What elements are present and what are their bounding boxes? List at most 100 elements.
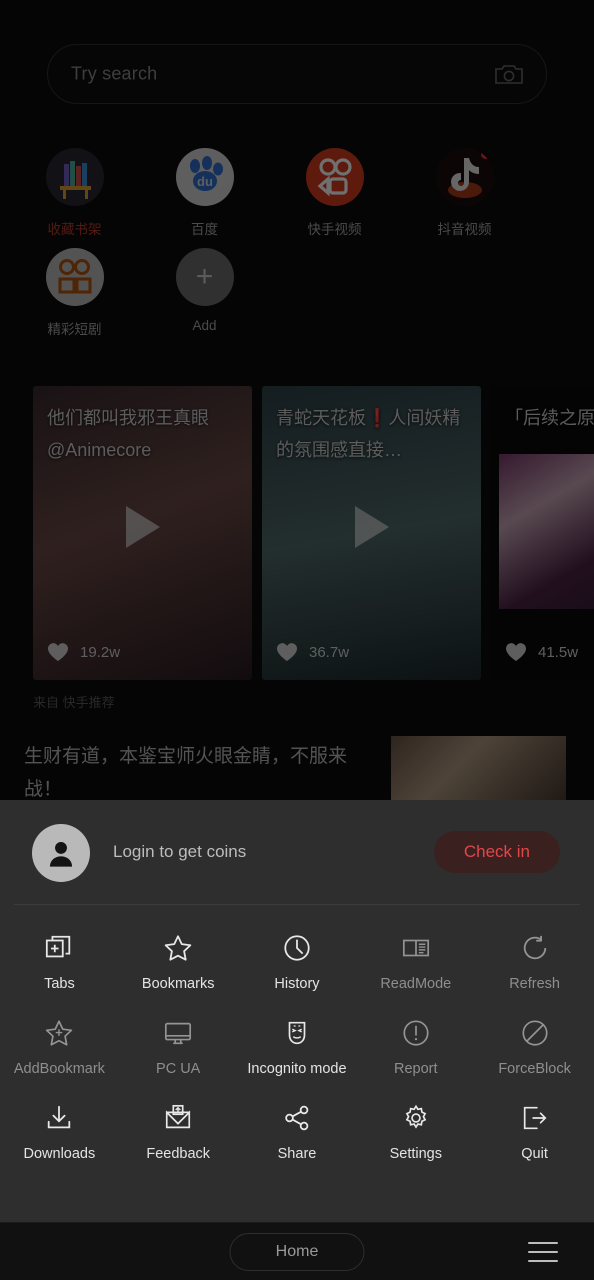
menu-row: Downloads Feedback Share Settings Quit (0, 1089, 594, 1174)
login-banner[interactable]: Login to get coins Check in (0, 800, 594, 904)
shortcut-label: 收藏书架 (47, 222, 102, 237)
readmode-icon (400, 932, 432, 964)
video-card[interactable]: 「后续之原创阁下 41.5w (491, 386, 594, 680)
check-in-button[interactable]: Check in (433, 831, 560, 873)
hamburger-line (528, 1250, 558, 1253)
shortcut-add[interactable]: + Add (149, 248, 260, 338)
news-headline: 生财有道，本鉴宝师火眼金睛，不服来战！ (24, 746, 348, 801)
menu-item-feedback[interactable]: Feedback (119, 1089, 238, 1174)
news-item[interactable]: 生财有道，本鉴宝师火眼金睛，不服来战！ (0, 736, 594, 800)
menu-item-incognito[interactable]: Incognito mode (238, 1004, 357, 1089)
refresh-icon (519, 932, 551, 964)
menu-item-downloads[interactable]: Downloads (0, 1089, 119, 1174)
menu-grid: Tabs Bookmarks History ReadMode Refresh … (0, 905, 594, 1174)
menu-item-label: Settings (389, 1146, 442, 1162)
baidu-paw-icon: du (175, 148, 234, 206)
hamburger-icon[interactable] (528, 1241, 558, 1262)
menu-item-label: Bookmarks (141, 976, 215, 992)
hamburger-line (528, 1259, 558, 1262)
shortcut-douyin[interactable]: 抖音视频 (409, 148, 520, 238)
menu-item-label: Feedback (146, 1146, 211, 1162)
search-placeholder: Try search (71, 63, 158, 84)
tabs-icon (43, 932, 75, 964)
shortcut-label: 精彩短剧 (47, 322, 102, 337)
menu-item-history[interactable]: History (238, 919, 357, 1004)
menu-item-label: Incognito mode (247, 1061, 347, 1077)
kuaishou-icon (305, 148, 364, 206)
menu-item-readmode[interactable]: ReadMode (356, 919, 475, 1004)
video-title: 青蛇天花板❗人间妖精的氛围感直接… (276, 402, 471, 467)
plus-icon: + (175, 248, 234, 306)
avatar (32, 824, 90, 882)
heart-icon (276, 642, 298, 662)
menu-item-label: Refresh (509, 976, 560, 992)
shortcut-bookshelf[interactable]: 收藏书架 (19, 148, 130, 238)
feed-source-label: 来自 快手推荐 (33, 695, 115, 710)
shortcut-label: 抖音视频 (437, 222, 492, 237)
video-thumbnail (499, 454, 594, 609)
menu-item-label: Tabs (44, 976, 75, 992)
video-title: 「后续之原创阁下 (505, 408, 594, 428)
hamburger-line (528, 1241, 558, 1244)
menu-item-addbookmark[interactable]: AddBookmark (0, 1004, 119, 1089)
heart-icon (47, 642, 69, 662)
browser-home-screen: Try search 收藏书架 du 百度 快手视频 抖音视频 精彩短剧 + A… (0, 0, 594, 1280)
menu-item-label: History (274, 976, 320, 992)
menu-item-label: ForceBlock (498, 1061, 571, 1077)
menu-item-label: Report (394, 1061, 438, 1077)
shortcut-label: 百度 (191, 222, 218, 237)
exclamation-emoji: ❗ (366, 408, 389, 428)
monitor-icon (162, 1017, 194, 1049)
bottom-navbar: Home (0, 1222, 594, 1280)
menu-item-forceblock[interactable]: ForceBlock (475, 1004, 594, 1089)
search-input[interactable]: Try search (47, 44, 547, 104)
menu-item-quit[interactable]: Quit (475, 1089, 594, 1174)
play-icon[interactable] (125, 506, 160, 549)
exit-icon (519, 1102, 551, 1134)
menu-item-refresh[interactable]: Refresh (475, 919, 594, 1004)
menu-item-label: ReadMode (380, 976, 452, 992)
bookshelf-icon (45, 148, 104, 206)
shortcut-label: 快手视频 (307, 222, 362, 237)
menu-item-label: AddBookmark (13, 1061, 105, 1077)
gear-icon (400, 1102, 432, 1134)
mask-icon (281, 1017, 313, 1049)
play-icon[interactable] (354, 506, 389, 549)
menu-item-share[interactable]: Share (238, 1089, 357, 1174)
menu-item-settings[interactable]: Settings (356, 1089, 475, 1174)
video-card[interactable]: 他们都叫我邪王真眼 @Animecore 19.2w (33, 386, 252, 680)
menu-item-label: Downloads (23, 1146, 96, 1162)
shortcut-grid: 收藏书架 du 百度 快手视频 抖音视频 精彩短剧 + Add (0, 148, 594, 348)
like-count: 41.5w (538, 643, 579, 661)
shortcut-baidu[interactable]: du 百度 (149, 148, 260, 238)
duanju-icon (45, 248, 104, 306)
menu-sheet: Login to get coins Check in Tabs Bookmar… (0, 800, 594, 1222)
login-prompt: Login to get coins (113, 842, 247, 861)
menu-item-pcua[interactable]: PC UA (119, 1004, 238, 1089)
like-count-group: 36.7w (276, 642, 349, 662)
video-card-list: 他们都叫我邪王真眼 @Animecore 19.2w 青蛇天花板❗人间妖精的氛围… (33, 386, 594, 680)
menu-item-report[interactable]: Report (356, 1004, 475, 1089)
envelope-icon (162, 1102, 194, 1134)
like-count-group: 41.5w (505, 642, 578, 662)
download-icon (43, 1102, 75, 1134)
like-count-group: 19.2w (47, 642, 120, 662)
shortcut-duanju[interactable]: 精彩短剧 (19, 248, 130, 338)
clock-icon (281, 932, 313, 964)
video-card[interactable]: 青蛇天花板❗人间妖精的氛围感直接… 36.7w (262, 386, 481, 680)
warning-icon (400, 1017, 432, 1049)
menu-row: Tabs Bookmarks History ReadMode Refresh (0, 919, 594, 1004)
heart-icon (505, 642, 527, 662)
star-icon (162, 932, 194, 964)
shortcut-label: Add (192, 318, 217, 333)
svg-text:du: du (197, 174, 213, 189)
notification-badge (480, 150, 490, 159)
like-count: 19.2w (80, 643, 121, 661)
camera-icon[interactable] (494, 62, 524, 86)
shortcut-kuaishou[interactable]: 快手视频 (279, 148, 390, 238)
menu-item-tabs[interactable]: Tabs (0, 919, 119, 1004)
home-button[interactable]: Home (229, 1232, 365, 1271)
like-count: 36.7w (309, 643, 350, 661)
menu-item-bookmarks[interactable]: Bookmarks (119, 919, 238, 1004)
menu-item-label: Quit (521, 1146, 548, 1162)
